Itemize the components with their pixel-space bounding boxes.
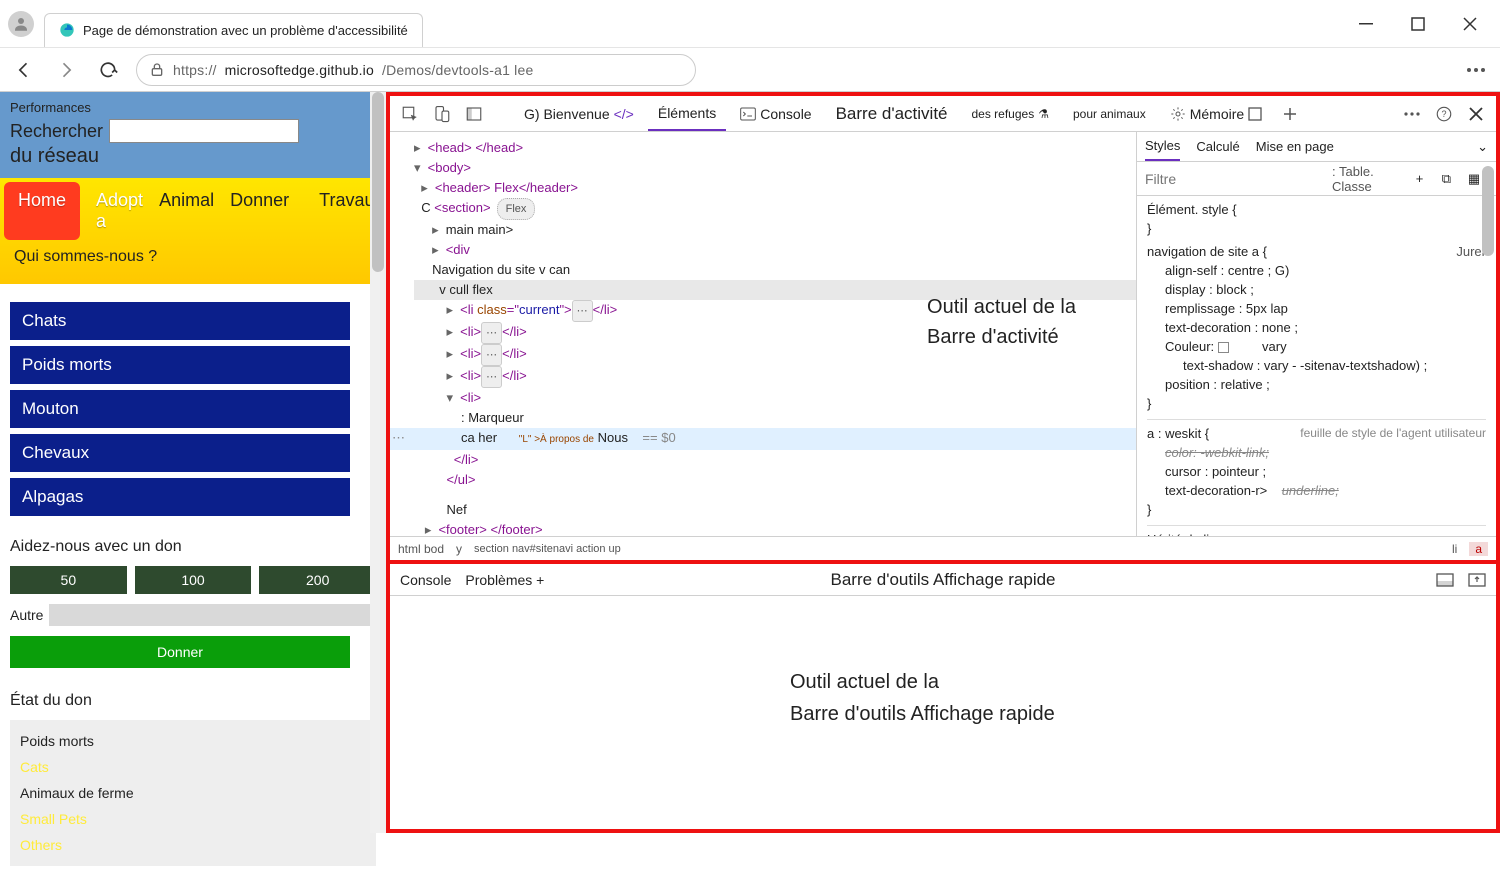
- status-row: Others: [20, 832, 366, 858]
- svg-text:?: ?: [1441, 109, 1446, 119]
- donate-100[interactable]: 100: [135, 566, 252, 594]
- donate-other-label: Autre: [10, 607, 43, 623]
- url-prefix: https://: [173, 62, 217, 78]
- back-button[interactable]: [10, 56, 38, 84]
- nav-animal[interactable]: Animal: [159, 182, 228, 240]
- styles-filter-input[interactable]: [1145, 171, 1326, 187]
- tab-memory[interactable]: Mémoire: [1160, 98, 1272, 130]
- category-chats[interactable]: Chats: [10, 302, 350, 340]
- pin-icon[interactable]: ⧉: [1442, 171, 1462, 187]
- address-bar[interactable]: https:// microsoftedge.github.io/Demos/de…: [136, 54, 696, 86]
- browser-tab[interactable]: Page de démonstration avec un problème d…: [44, 13, 423, 47]
- titlebar: Page de démonstration avec un problème d…: [0, 0, 1500, 48]
- window-icon: [1248, 107, 1262, 121]
- quick-view-body: Outil actuel de la Barre d'outils Affich…: [390, 596, 1496, 829]
- edge-icon: [59, 22, 75, 38]
- styles-pane: Styles Calculé Mise en page ⌄ : Table. C…: [1136, 132, 1496, 536]
- minimize-button[interactable]: [1354, 12, 1378, 36]
- status-row: Poids morts: [20, 728, 366, 754]
- tab-animals[interactable]: pour animaux: [1063, 99, 1156, 129]
- window-controls: [1354, 12, 1492, 36]
- forward-button[interactable]: [52, 56, 80, 84]
- dom-breadcrumbs[interactable]: html bod y section nav#sitenavi action u…: [390, 536, 1496, 560]
- close-devtools-button[interactable]: [1462, 100, 1490, 128]
- styles-tab[interactable]: Styles: [1145, 132, 1180, 161]
- performance-label: Performances: [10, 100, 376, 115]
- activity-bar-label: Barre d'activité: [826, 96, 958, 132]
- page-scrollbar[interactable]: [370, 92, 386, 833]
- expand-icon[interactable]: [1468, 573, 1486, 587]
- donate-other-input[interactable]: [49, 604, 376, 626]
- console-icon: [740, 107, 756, 121]
- status-row: Small Pets: [20, 806, 366, 832]
- tab-welcome[interactable]: G) Bienvenue</>: [514, 98, 644, 130]
- url-host: microsoftedge.github.io: [225, 62, 374, 78]
- help-icon[interactable]: ?: [1430, 100, 1458, 128]
- network-label: du réseau: [10, 145, 376, 168]
- qv-tab-console[interactable]: Console: [400, 572, 451, 588]
- status-title: État du don: [10, 692, 376, 710]
- devtools-activity-bar: G) Bienvenue</> Éléments Console Barre d…: [390, 96, 1496, 132]
- flask-icon: ⚗: [1038, 107, 1049, 121]
- lock-icon: [149, 62, 165, 78]
- donate-50[interactable]: 50: [10, 566, 127, 594]
- category-alpagas[interactable]: Alpagas: [10, 478, 350, 516]
- device-icon[interactable]: [428, 100, 456, 128]
- donate-title: Aidez-nous avec un don: [10, 538, 376, 556]
- chevron-down-icon[interactable]: ⌄: [1477, 139, 1488, 155]
- profile-avatar[interactable]: [8, 11, 34, 37]
- nav-about[interactable]: Qui sommes-nous ?: [0, 240, 386, 274]
- nav-home[interactable]: Home: [4, 182, 80, 240]
- style-rules[interactable]: Élément. style { } navigation de site a …: [1137, 196, 1496, 536]
- devtools-panel: G) Bienvenue</> Éléments Console Barre d…: [386, 92, 1500, 833]
- category-mouton[interactable]: Mouton: [10, 390, 350, 428]
- toggle-classes[interactable]: : Table. Classe: [1332, 164, 1410, 194]
- add-tab-button[interactable]: [1276, 100, 1304, 128]
- category-chevaux[interactable]: Chevaux: [10, 434, 350, 472]
- maximize-button[interactable]: [1406, 12, 1430, 36]
- panel-icon[interactable]: [460, 100, 488, 128]
- inspect-icon[interactable]: [396, 100, 424, 128]
- donate-200[interactable]: 200: [259, 566, 376, 594]
- quick-view-annotation: Outil actuel de la Barre d'outils Affich…: [790, 666, 1055, 730]
- more-button[interactable]: [1462, 56, 1490, 84]
- tab-shelters[interactable]: des refuges⚗: [962, 99, 1059, 129]
- browser-toolbar: https:// microsoftedge.github.io/Demos/de…: [0, 48, 1500, 92]
- search-input[interactable]: [109, 119, 299, 143]
- refresh-button[interactable]: [94, 56, 122, 84]
- code-icon: </>: [614, 106, 634, 122]
- tab-elements[interactable]: Éléments: [648, 97, 726, 131]
- donate-submit[interactable]: Donner: [10, 636, 350, 668]
- status-box: Poids morts Cats Animaux de ferme Small …: [10, 720, 376, 866]
- site-nav: Home Adopt a Animal Donner Travaux Qui s…: [0, 178, 386, 284]
- qv-tab-problems[interactable]: Problèmes +: [465, 572, 544, 588]
- page-content: Performances Rechercher du réseau Home A…: [0, 92, 386, 833]
- quick-view-bar: Console Problèmes + Barre d'outils Affic…: [390, 564, 1496, 596]
- status-row: Cats: [20, 754, 366, 780]
- nav-donner[interactable]: Donner: [230, 182, 303, 240]
- status-row: Animaux de ferme: [20, 780, 366, 806]
- tab-title: Page de démonstration avec un problème d…: [83, 23, 408, 38]
- dock-icon[interactable]: [1436, 573, 1454, 587]
- tab-console[interactable]: Console: [730, 98, 821, 130]
- url-path: /Demos/devtools-a1 lee: [382, 62, 533, 78]
- nav-adopt[interactable]: Adopt a: [82, 182, 157, 240]
- activity-bar-annotation: Outil actuel de la Barre d'activité: [927, 292, 1076, 352]
- gear-icon: [1170, 106, 1186, 122]
- search-label: Rechercher: [10, 121, 103, 142]
- layout-tab[interactable]: Mise en page: [1256, 133, 1334, 160]
- close-button[interactable]: [1458, 12, 1482, 36]
- add-rule-icon[interactable]: +: [1416, 171, 1436, 186]
- computed-tab[interactable]: Calculé: [1196, 133, 1239, 160]
- dom-tree[interactable]: ▸ <head> </head> ▾ <body> ▸ <header> Fle…: [390, 132, 1136, 536]
- category-poids[interactable]: Poids morts: [10, 346, 350, 384]
- styles-scrollbar[interactable]: [1482, 162, 1494, 536]
- quick-view-label: Barre d'outils Affichage rapide: [830, 570, 1055, 590]
- more-icon[interactable]: [1398, 100, 1426, 128]
